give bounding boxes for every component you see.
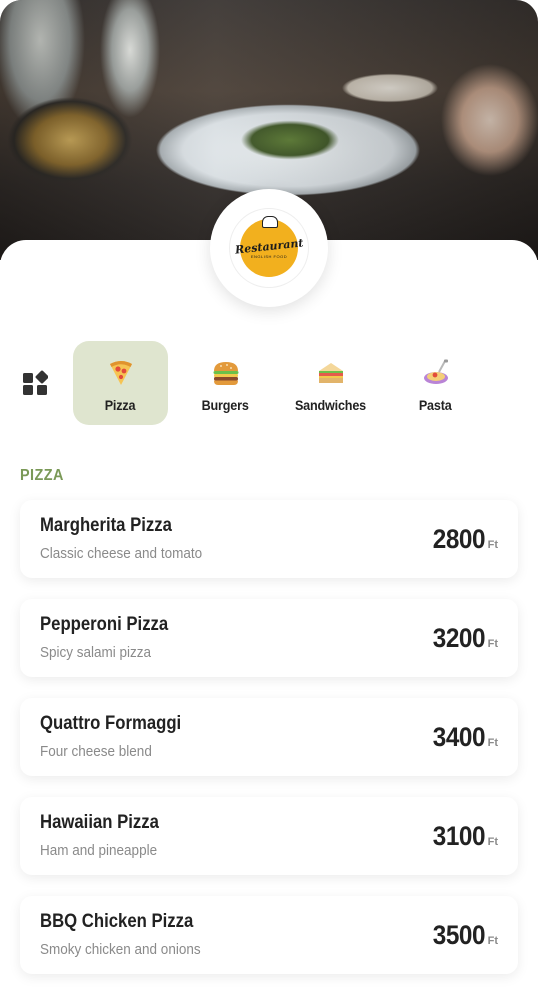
price-currency: Ft — [487, 638, 498, 650]
burger-icon — [210, 357, 242, 389]
price-currency: Ft — [487, 539, 498, 551]
tab-pasta[interactable]: Pasta — [388, 341, 483, 425]
item-name: Pepperoni Pizza — [40, 614, 169, 635]
pizza-icon — [105, 357, 137, 389]
item-price: 3100 Ft — [427, 821, 498, 852]
logo-subtitle: ENGLISH FOOD — [250, 254, 288, 259]
price-value: 3500 — [432, 920, 485, 950]
item-description: Spicy salami pizza — [40, 644, 152, 661]
pasta-icon — [420, 357, 452, 389]
tab-label: Sandwiches — [294, 397, 367, 413]
category-tabs: Pizza Burgers Sandwiches Pasta — [73, 341, 483, 425]
sandwich-icon — [315, 357, 347, 389]
item-name: BBQ Chicken Pizza — [40, 911, 194, 932]
restaurant-logo: Restaurant ENGLISH FOOD — [210, 189, 328, 307]
price-currency: Ft — [487, 935, 498, 947]
logo-badge: Restaurant ENGLISH FOOD — [234, 216, 304, 277]
section-title: PIZZA — [20, 467, 64, 484]
price-value: 3100 — [432, 821, 485, 851]
item-price: 2800 Ft — [427, 524, 498, 555]
menu-item-card[interactable]: BBQ Chicken Pizza Smoky chicken and onio… — [20, 896, 518, 974]
app-screen: Restaurant ENGLISH FOOD Pizza Burgers Sa… — [0, 0, 538, 994]
price-currency: Ft — [487, 737, 498, 749]
tab-label: Burgers — [201, 397, 250, 413]
tab-sandwiches[interactable]: Sandwiches — [283, 341, 378, 425]
item-description: Ham and pineapple — [40, 842, 158, 859]
menu-item-list: Margherita Pizza Classic cheese and toma… — [20, 500, 518, 994]
item-price: 3400 Ft — [427, 722, 498, 753]
item-name: Hawaiian Pizza — [40, 812, 159, 833]
price-currency: Ft — [487, 836, 498, 848]
price-value: 2800 — [432, 524, 485, 554]
item-description: Smoky chicken and onions — [40, 941, 201, 958]
menu-item-card[interactable]: Hawaiian Pizza Ham and pineapple 3100 Ft — [20, 797, 518, 875]
item-price: 3200 Ft — [427, 623, 498, 654]
tab-label: Pasta — [419, 397, 452, 413]
item-price: 3500 Ft — [427, 920, 498, 951]
categories-grid-icon[interactable] — [22, 370, 48, 396]
tab-pizza[interactable]: Pizza — [73, 341, 168, 425]
price-value: 3200 — [432, 623, 485, 653]
chef-hat-icon — [262, 216, 278, 228]
item-description: Classic cheese and tomato — [40, 545, 203, 562]
price-value: 3400 — [432, 722, 485, 752]
logo-script-text: Restaurant — [234, 236, 304, 257]
menu-item-card[interactable]: Margherita Pizza Classic cheese and toma… — [20, 500, 518, 578]
menu-item-card[interactable]: Quattro Formaggi Four cheese blend 3400 … — [20, 698, 518, 776]
tab-label: Pizza — [105, 397, 136, 413]
menu-item-card[interactable]: Pepperoni Pizza Spicy salami pizza 3200 … — [20, 599, 518, 677]
tab-burgers[interactable]: Burgers — [178, 341, 273, 425]
item-name: Margherita Pizza — [40, 515, 172, 536]
item-description: Four cheese blend — [40, 743, 152, 760]
item-name: Quattro Formaggi — [40, 713, 182, 734]
